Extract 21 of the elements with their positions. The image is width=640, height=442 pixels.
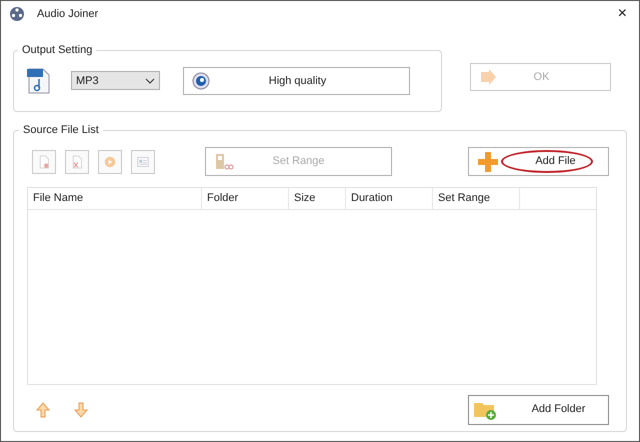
column-header[interactable]: File Name xyxy=(28,188,202,208)
arrow-up-icon[interactable] xyxy=(36,402,50,418)
window-title: Audio Joiner xyxy=(37,6,98,22)
group-legend: Output Setting xyxy=(18,42,96,58)
format-dropdown[interactable]: MP3 xyxy=(71,71,160,90)
arrow-right-icon xyxy=(479,68,497,86)
film-reel-icon xyxy=(9,6,25,22)
column-header[interactable]: Size xyxy=(289,188,346,208)
chevron-down-icon xyxy=(145,78,155,84)
arrow-down-icon[interactable] xyxy=(74,402,88,418)
column-header[interactable]: Set Range xyxy=(433,188,520,208)
quality-button[interactable]: High quality xyxy=(183,66,410,95)
add-folder-button[interactable]: Add Folder xyxy=(468,394,609,424)
column-header[interactable]: Folder xyxy=(202,188,289,208)
film-scissors-icon xyxy=(214,152,234,172)
audio-file-icon xyxy=(26,66,52,95)
add-file-button[interactable]: Add File xyxy=(468,147,609,176)
close-button[interactable]: × xyxy=(618,6,627,22)
column-header[interactable]: Duration xyxy=(346,188,433,208)
plus-icon xyxy=(477,150,499,172)
group-legend: Source File List xyxy=(19,122,103,138)
